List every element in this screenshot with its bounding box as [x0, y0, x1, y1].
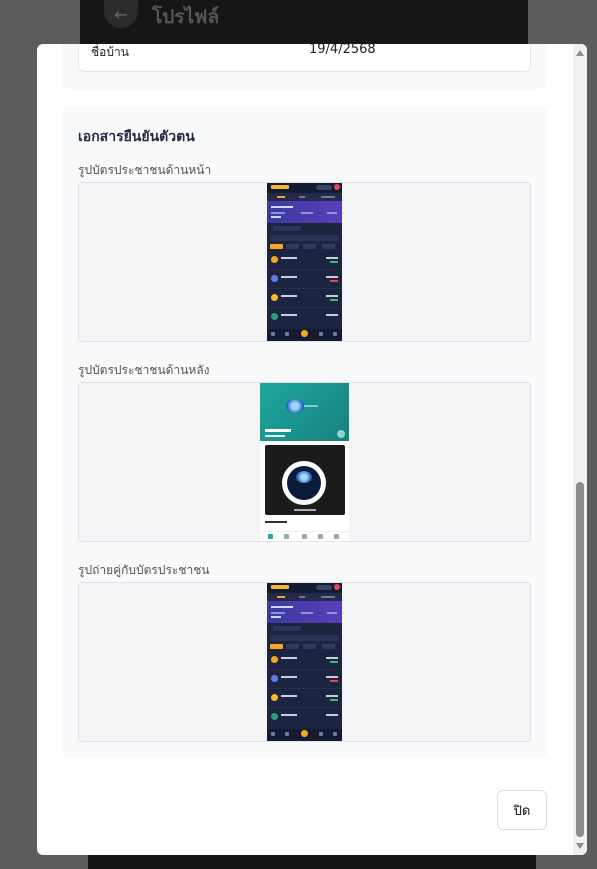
id-front-image[interactable] [78, 182, 531, 342]
profile-row-value: 19/4/2568 [309, 44, 376, 57]
profile-row-label: ชื่อบ้าน [91, 45, 129, 59]
id-back-image[interactable] [78, 382, 531, 542]
scroll-down-icon[interactable] [576, 843, 584, 849]
scroll-up-icon[interactable] [576, 50, 584, 56]
scrollbar-thumb[interactable] [576, 482, 584, 837]
identity-documents-card: เอกสารยืนยันตัวตน รูปบัตรประชาชนด้านหน้า… [62, 106, 547, 758]
id-selfie-screenshot [267, 583, 342, 741]
id-back-label: รูปบัตรประชาชนด้านหลัง [78, 363, 210, 377]
id-front-label: รูปบัตรประชาชนด้านหน้า [78, 163, 212, 177]
id-selfie-label: รูปถ่ายคู่กับบัตรประชาชน [78, 563, 210, 577]
close-button[interactable]: ปิด [497, 790, 547, 830]
id-front-screenshot [267, 183, 342, 341]
profile-row: ชื่อบ้าน 19/4/2568 [78, 44, 531, 72]
background-page-title: โปรไฟล์ [152, 6, 220, 28]
modal-scrollbar[interactable] [573, 44, 587, 855]
arrow-left-icon: ← [114, 4, 128, 24]
id-selfie-image[interactable] [78, 582, 531, 742]
id-back-screenshot [260, 383, 349, 541]
section-title: เอกสารยืนยันตัวตน [78, 129, 195, 145]
profile-info-card: ชื่อบ้าน 19/4/2568 [62, 44, 547, 89]
profile-modal: ชื่อบ้าน 19/4/2568 เอกสารยืนยันตัวตน รูป… [37, 44, 587, 855]
